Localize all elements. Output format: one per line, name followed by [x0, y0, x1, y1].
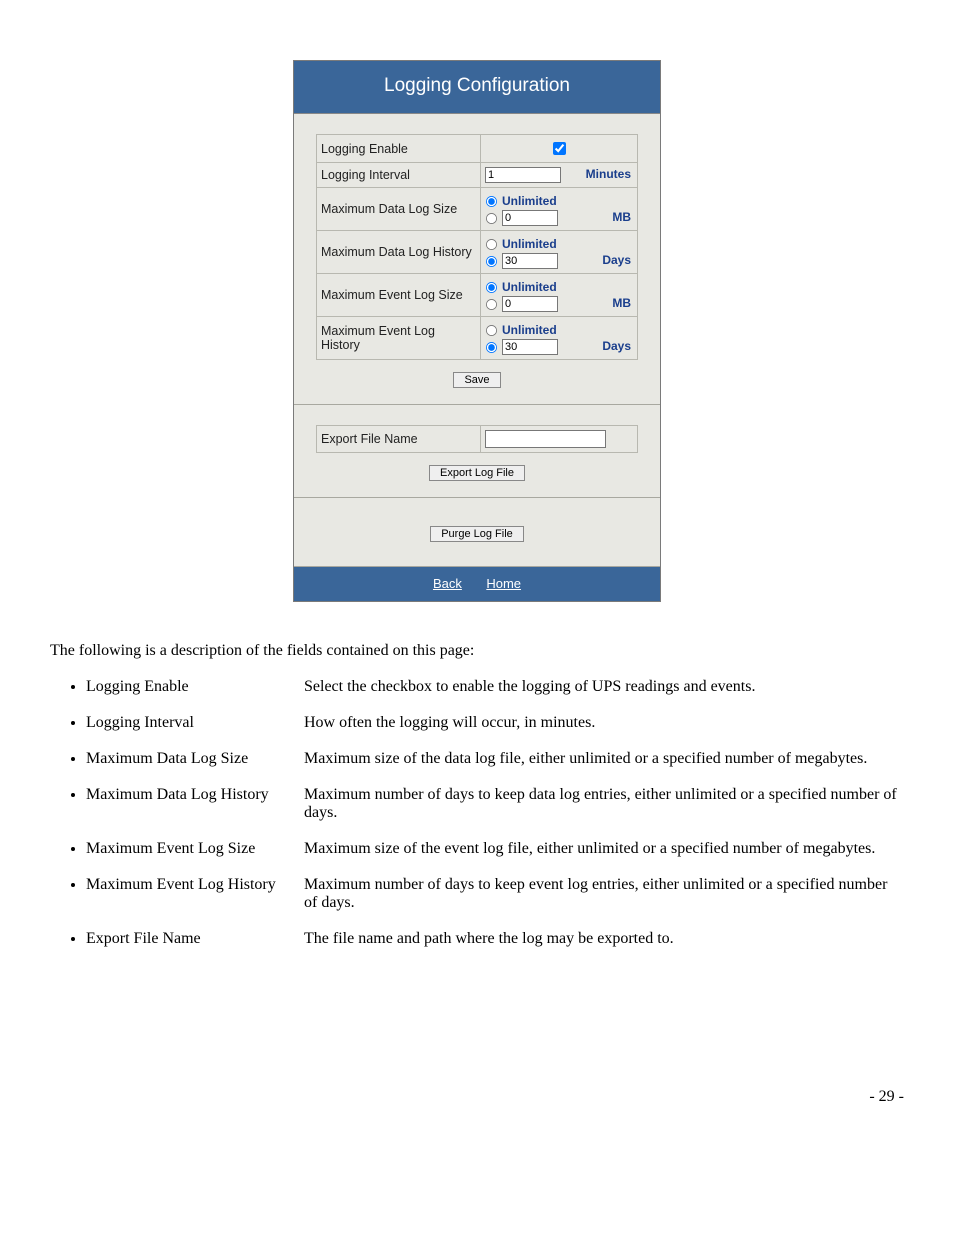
desc-text-3: Maximum number of days to keep data log … — [304, 786, 904, 822]
desc-term-2: Maximum Data Log Size — [86, 750, 304, 768]
logging-enable-checkbox[interactable] — [553, 142, 566, 155]
desc-item-2: Maximum Data Log SizeMaximum size of the… — [86, 750, 904, 768]
max-data-log-size-value-radio[interactable] — [486, 212, 497, 223]
row-max-data-log-history: Maximum Data Log History Unlimited Days — [317, 231, 638, 274]
settings-section: Logging Enable Logging Interval Minutes … — [294, 114, 660, 405]
max-data-log-size-unlimited-label: Unlimited — [502, 192, 557, 210]
row-logging-interval: Logging Interval Minutes — [317, 163, 638, 188]
panel-footer: Back Home — [294, 567, 660, 601]
desc-text-2: Maximum size of the data log file, eithe… — [304, 750, 904, 768]
desc-term-0: Logging Enable — [86, 678, 304, 696]
description-intro: The following is a description of the fi… — [50, 642, 904, 660]
control-max-event-log-history: Unlimited Days — [481, 317, 638, 360]
save-button[interactable]: Save — [453, 372, 500, 388]
max-data-log-history-unlimited-radio[interactable] — [486, 238, 497, 249]
logging-interval-input[interactable] — [485, 167, 561, 183]
max-event-log-history-value-radio[interactable] — [486, 341, 497, 352]
desc-text-6: The file name and path where the log may… — [304, 930, 904, 948]
control-logging-interval: Minutes — [481, 163, 638, 188]
max-event-log-size-input[interactable] — [502, 296, 558, 312]
max-event-log-history-input[interactable] — [502, 339, 558, 355]
home-link[interactable]: Home — [486, 576, 521, 591]
max-event-log-history-unlimited-radio[interactable] — [486, 324, 497, 335]
max-data-log-size-input[interactable] — [502, 210, 558, 226]
desc-text-5: Maximum number of days to keep event log… — [304, 876, 904, 912]
control-max-data-log-history: Unlimited Days — [481, 231, 638, 274]
max-event-log-size-unlimited-radio[interactable] — [486, 281, 497, 292]
desc-term-3: Maximum Data Log History — [86, 786, 304, 804]
panel-title: Logging Configuration — [294, 61, 660, 114]
export-row: Export Log File — [316, 453, 638, 483]
max-data-log-history-value-radio[interactable] — [486, 255, 497, 266]
max-data-log-history-unit: Days — [602, 251, 631, 269]
row-export-file-name: Export File Name — [317, 426, 638, 453]
export-button[interactable]: Export Log File — [429, 465, 525, 481]
desc-item-5: Maximum Event Log HistoryMaximum number … — [86, 876, 904, 912]
row-max-event-log-size: Maximum Event Log Size Unlimited MB — [317, 274, 638, 317]
desc-text-1: How often the logging will occur, in min… — [304, 714, 904, 732]
max-event-log-history-unlimited-label: Unlimited — [502, 321, 557, 339]
max-event-log-size-unlimited-label: Unlimited — [502, 278, 557, 296]
settings-table: Logging Enable Logging Interval Minutes … — [316, 134, 638, 360]
desc-term-5: Maximum Event Log History — [86, 876, 304, 894]
max-data-log-history-unlimited-label: Unlimited — [502, 235, 557, 253]
save-row: Save — [316, 360, 638, 390]
control-export-file-name — [481, 426, 638, 453]
max-data-log-size-unlimited-radio[interactable] — [486, 195, 497, 206]
max-data-log-size-unit: MB — [612, 208, 631, 226]
desc-text-4: Maximum size of the event log file, eith… — [304, 840, 904, 858]
max-event-log-size-value-radio[interactable] — [486, 298, 497, 309]
row-max-event-log-history: Maximum Event Log History Unlimited Days — [317, 317, 638, 360]
desc-term-1: Logging Interval — [86, 714, 304, 732]
control-max-data-log-size: Unlimited MB — [481, 188, 638, 231]
desc-term-6: Export File Name — [86, 930, 304, 948]
label-export-file-name: Export File Name — [317, 426, 481, 453]
config-panel: Logging Configuration Logging Enable Log… — [293, 60, 661, 602]
max-event-log-size-unit: MB — [612, 294, 631, 312]
desc-term-4: Maximum Event Log Size — [86, 840, 304, 858]
label-max-data-log-size: Maximum Data Log Size — [317, 188, 481, 231]
max-data-log-history-input[interactable] — [502, 253, 558, 269]
control-logging-enable — [481, 135, 638, 163]
desc-item-4: Maximum Event Log SizeMaximum size of th… — [86, 840, 904, 858]
description-list: Logging EnableSelect the checkbox to ena… — [86, 678, 904, 948]
desc-text-0: Select the checkbox to enable the loggin… — [304, 678, 904, 696]
desc-item-3: Maximum Data Log HistoryMaximum number o… — [86, 786, 904, 822]
purge-button[interactable]: Purge Log File — [430, 526, 524, 542]
label-max-event-log-size: Maximum Event Log Size — [317, 274, 481, 317]
label-logging-interval: Logging Interval — [317, 163, 481, 188]
label-logging-enable: Logging Enable — [317, 135, 481, 163]
export-table: Export File Name — [316, 425, 638, 453]
row-max-data-log-size: Maximum Data Log Size Unlimited MB — [317, 188, 638, 231]
export-section: Export File Name Export Log File — [294, 405, 660, 498]
logging-interval-unit: Minutes — [586, 167, 631, 181]
desc-item-0: Logging EnableSelect the checkbox to ena… — [86, 678, 904, 696]
label-max-event-log-history: Maximum Event Log History — [317, 317, 481, 360]
desc-item-1: Logging IntervalHow often the logging wi… — [86, 714, 904, 732]
row-logging-enable: Logging Enable — [317, 135, 638, 163]
purge-row: Purge Log File — [316, 524, 638, 542]
purge-section: Purge Log File — [294, 498, 660, 567]
max-event-log-history-unit: Days — [602, 337, 631, 355]
page-number: - 29 - — [50, 1088, 904, 1106]
back-link[interactable]: Back — [433, 576, 462, 591]
control-max-event-log-size: Unlimited MB — [481, 274, 638, 317]
label-max-data-log-history: Maximum Data Log History — [317, 231, 481, 274]
desc-item-6: Export File NameThe file name and path w… — [86, 930, 904, 948]
export-file-name-input[interactable] — [485, 430, 606, 448]
